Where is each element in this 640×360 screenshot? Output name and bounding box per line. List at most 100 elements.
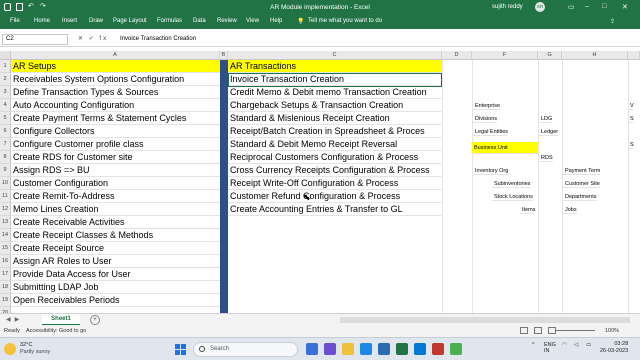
column-header-h[interactable]: H	[562, 51, 628, 60]
taskbar-search[interactable]: Search	[193, 342, 298, 357]
column-header-next[interactable]	[628, 51, 640, 60]
close-icon[interactable]: ✕	[622, 3, 628, 11]
row-header[interactable]: 9	[0, 164, 11, 177]
ar-transactions-header[interactable]: AR Transactions	[228, 60, 442, 73]
windows-start-icon[interactable]	[175, 344, 186, 355]
selected-cell-c2[interactable]	[228, 73, 442, 87]
ar-transaction-cell[interactable]: Standard & Mislenious Receipt Creation	[228, 112, 442, 125]
maximize-icon[interactable]: □	[602, 3, 606, 10]
row-header[interactable]: 10	[0, 177, 11, 190]
add-sheet-button[interactable]: +	[90, 315, 100, 325]
minimize-icon[interactable]: –	[585, 3, 589, 10]
row-header[interactable]: 18	[0, 281, 11, 294]
ar-setup-cell[interactable]: Provide Data Access for User	[11, 268, 220, 281]
row-header[interactable]: 13	[0, 216, 11, 229]
note-edge-s2[interactable]: S	[628, 142, 634, 149]
ar-setup-cell[interactable]: Memo Lines Creation	[11, 203, 220, 216]
battery-icon[interactable]: ▭	[586, 342, 591, 348]
app-icon[interactable]	[432, 343, 444, 355]
ar-setup-cell[interactable]: Assign RDS => BU	[11, 164, 220, 177]
column-header-g[interactable]: G	[538, 51, 562, 60]
row-header[interactable]: 8	[0, 151, 11, 164]
fx-label[interactable]: fx	[99, 36, 108, 42]
avatar[interactable]: SR	[535, 2, 545, 12]
column-header-a[interactable]: A	[11, 51, 220, 60]
ar-setup-cell[interactable]: Create Receivable Activities	[11, 216, 220, 229]
ar-transaction-cell[interactable]: Customer Refund Configuration & Process	[228, 190, 442, 203]
tab-file[interactable]: File	[10, 18, 20, 24]
file-explorer-icon[interactable]	[342, 343, 354, 355]
tab-draw[interactable]: Draw	[89, 18, 103, 24]
ar-setup-cell[interactable]: Create RDS for Customer site	[11, 151, 220, 164]
tab-help[interactable]: Help	[270, 18, 282, 24]
row-header[interactable]: 2	[0, 73, 11, 86]
name-box[interactable]: C2	[2, 34, 68, 45]
cancel-icon[interactable]: ✕	[78, 36, 85, 42]
accessibility-status[interactable]: Accessibility: Good to go	[26, 328, 86, 334]
note-customer-site[interactable]: Customer Site	[563, 181, 600, 188]
tray-chevron-icon[interactable]: ^	[532, 342, 535, 348]
row-header[interactable]: 7	[0, 138, 11, 151]
task-view-icon[interactable]	[306, 343, 318, 355]
row-header[interactable]: 12	[0, 203, 11, 216]
mail-icon[interactable]	[414, 343, 426, 355]
zoom-level[interactable]: 100%	[605, 328, 619, 334]
note-rds[interactable]: RDS	[539, 155, 553, 162]
zoom-slider[interactable]	[555, 330, 595, 331]
column-header-d[interactable]: D	[442, 51, 472, 60]
note-enterprise[interactable]: Enterprise	[473, 103, 501, 110]
tab-data[interactable]: Data	[193, 18, 206, 24]
note-stock-locations[interactable]: Stock Locations	[492, 194, 533, 201]
note-jobs[interactable]: Jobs	[563, 207, 577, 214]
ar-setup-cell[interactable]: Configure Customer profile class	[11, 138, 220, 151]
enter-icon[interactable]: ✓	[89, 36, 96, 42]
ar-setup-cell[interactable]: Receivables System Options Configuration	[11, 73, 220, 86]
volume-icon[interactable]: ◁	[574, 342, 578, 348]
language-indicator[interactable]: ENG IN	[544, 342, 556, 354]
note-subinventories[interactable]: Subinventories	[492, 181, 531, 188]
column-header-b[interactable]: B	[220, 51, 228, 60]
formula-input[interactable]: Invoice Transaction Creation	[120, 34, 196, 45]
share-icon[interactable]: ⇪	[610, 18, 615, 25]
row-header[interactable]: 5	[0, 112, 11, 125]
note-legal-entities[interactable]: Legal Entities	[473, 129, 509, 136]
sheet-nav-arrows-icon[interactable]: ◀▶	[6, 316, 23, 323]
note-edge-v[interactable]: V	[628, 103, 634, 110]
ar-transaction-cell[interactable]: Receipt/Batch Creation in Spreadsheet & …	[228, 125, 442, 138]
column-header-f[interactable]: F	[472, 51, 538, 60]
tab-formulas[interactable]: Formulas	[157, 18, 182, 24]
row-header[interactable]: 4	[0, 99, 11, 112]
row-header[interactable]: 16	[0, 255, 11, 268]
note-ledger[interactable]: Ledger	[539, 129, 559, 136]
column-header-c[interactable]: C	[228, 51, 442, 60]
row-header[interactable]: 3	[0, 86, 11, 99]
ar-transaction-cell[interactable]: Cross Currency Receipts Configuration & …	[228, 164, 442, 177]
tab-review[interactable]: Review	[217, 18, 237, 24]
ar-setup-cell[interactable]: Create Receipt Source	[11, 242, 220, 255]
ar-setups-header[interactable]: AR Setups	[11, 60, 220, 73]
note-items[interactable]: Items	[520, 207, 536, 214]
teams-icon[interactable]	[324, 343, 336, 355]
ar-setup-cell[interactable]: Auto Accounting Configuration	[11, 99, 220, 112]
clock[interactable]: 03:28 26-03-2023	[600, 341, 628, 355]
note-inventory-org[interactable]: Inventory Org	[473, 168, 509, 175]
note-edge-s1[interactable]: S	[628, 116, 634, 123]
ar-setup-cell[interactable]: Open Receivables Periods	[11, 294, 220, 307]
note-divisions[interactable]: Divisions	[473, 116, 498, 123]
tab-page-layout[interactable]: Page Layout	[113, 18, 147, 24]
ar-setup-cell[interactable]: Define Transaction Types & Sources	[11, 86, 220, 99]
ar-transaction-cell[interactable]: Create Accounting Entries & Transfer to …	[228, 203, 442, 216]
ar-transaction-cell[interactable]: Receipt Write-Off Configuration & Proces…	[228, 177, 442, 190]
ar-setup-cell[interactable]: Customer Configuration	[11, 177, 220, 190]
page-layout-view-icon[interactable]	[534, 327, 542, 334]
ribbon-display-icon[interactable]: ▭	[568, 3, 575, 11]
row-header[interactable]: 11	[0, 190, 11, 203]
ar-setup-cell[interactable]: Assign AR Roles to User	[11, 255, 220, 268]
excel-taskbar-icon[interactable]	[396, 343, 408, 355]
row-header[interactable]: 17	[0, 268, 11, 281]
row-header[interactable]: 6	[0, 125, 11, 138]
ar-setup-cell[interactable]: Create Payment Terms & Statement Cycles	[11, 112, 220, 125]
worksheet-grid[interactable]: A B C D F G H 1 AR Setups AR Transactions 2…	[0, 51, 640, 320]
row-header[interactable]: 14	[0, 229, 11, 242]
wifi-icon[interactable]: ◠	[562, 342, 567, 348]
